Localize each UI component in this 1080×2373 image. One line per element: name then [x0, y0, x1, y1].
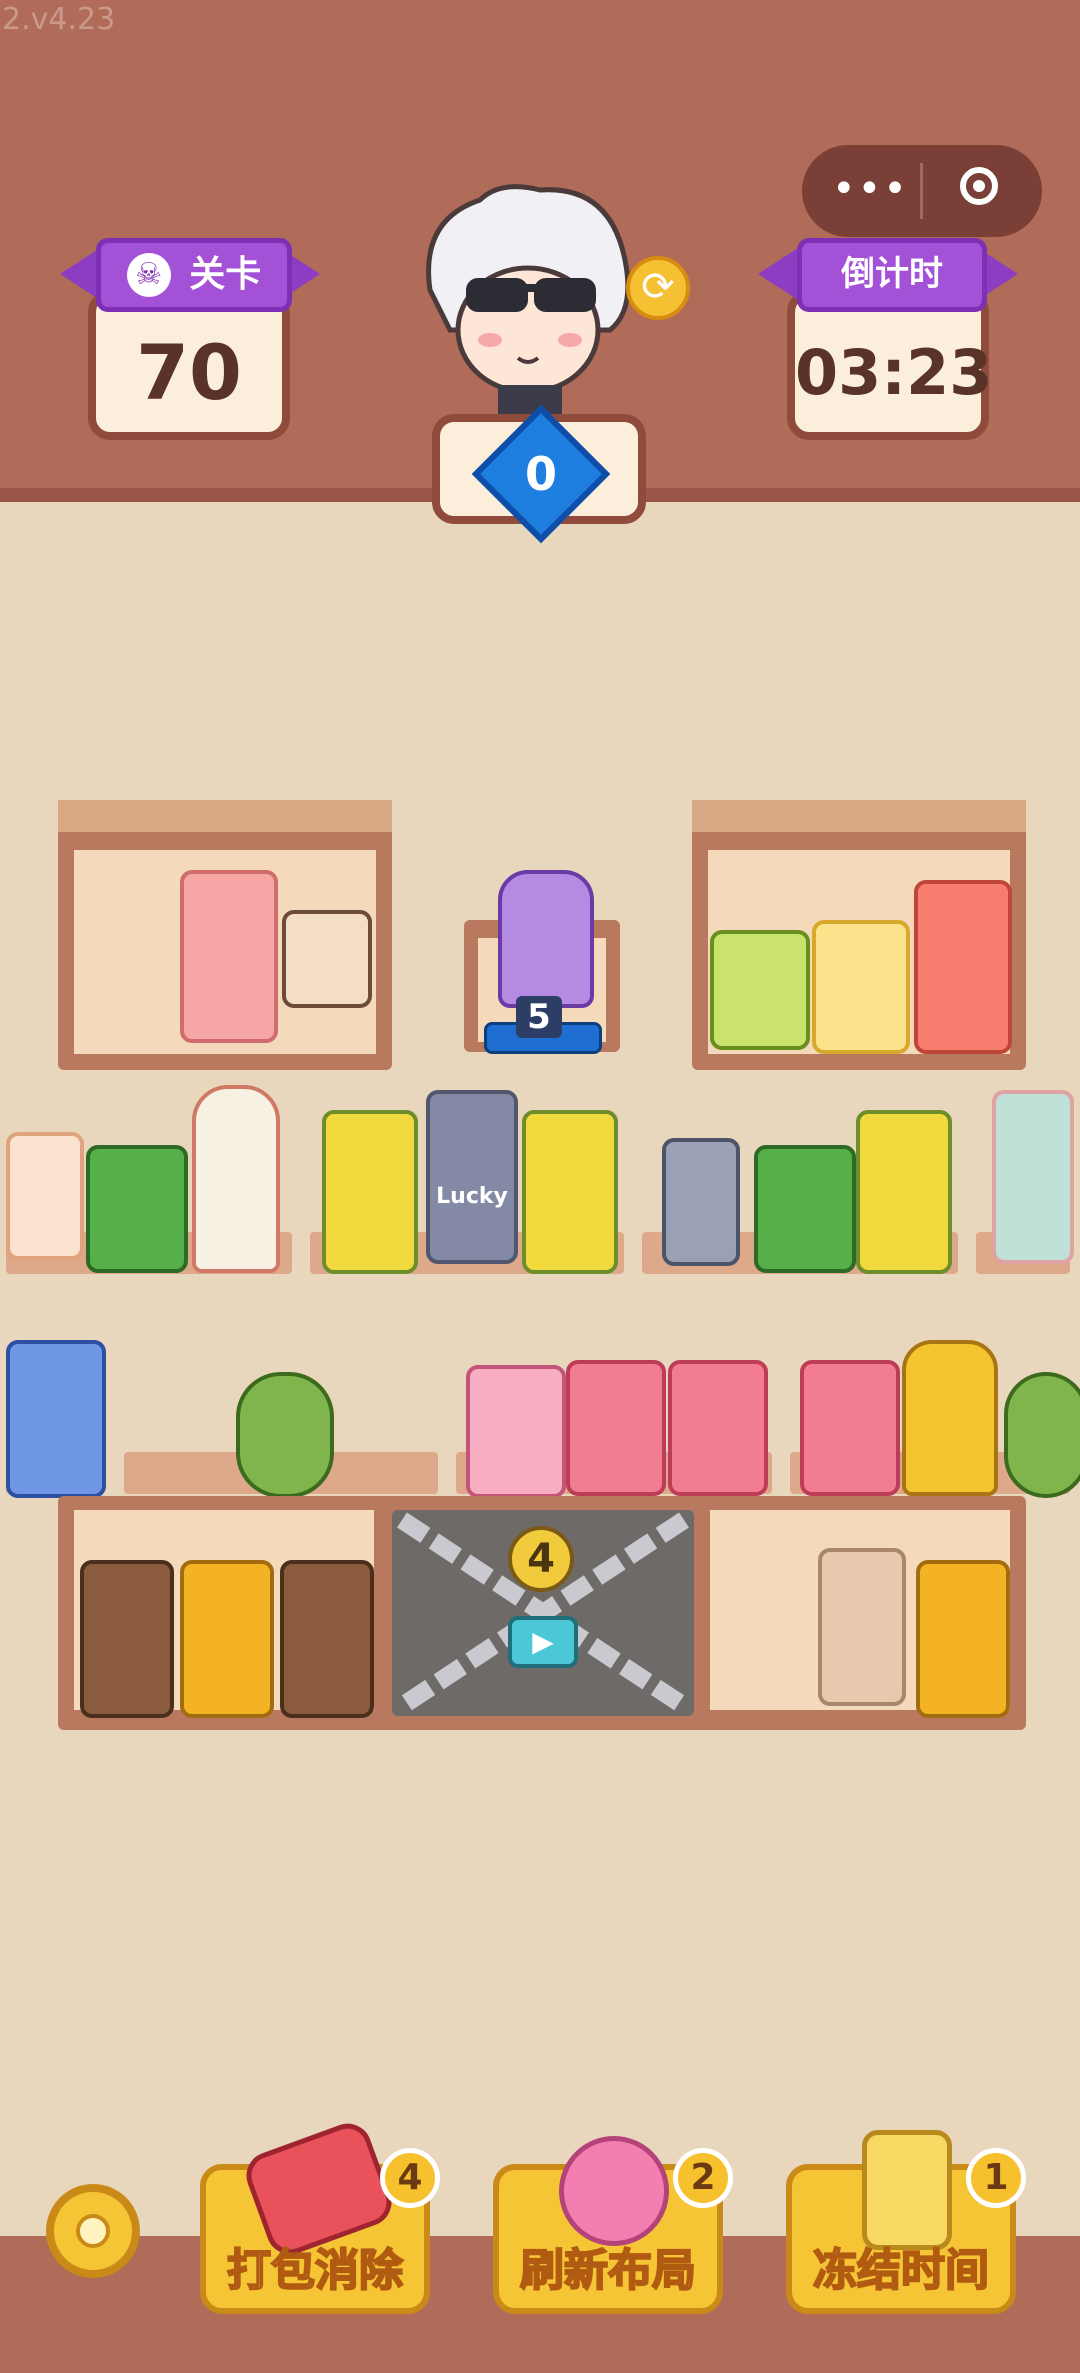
tool-count-badge: 2: [673, 2148, 733, 2208]
tool-button-pack[interactable]: 4 打包消除: [200, 2116, 440, 2314]
shelf-top: [58, 800, 392, 832]
milk-carton-green[interactable]: [86, 1145, 188, 1273]
gold-trophy[interactable]: [902, 1340, 998, 1496]
timer-value: 03:23: [795, 336, 993, 409]
level-label: 关卡: [189, 254, 262, 295]
timer-ribbon: 倒计时: [797, 238, 987, 312]
pink-lemonade[interactable]: [800, 1360, 900, 1496]
mango-bubble-tea[interactable]: [916, 1560, 1010, 1718]
lemonade-jug[interactable]: [710, 930, 810, 1050]
strawberry-smoothie[interactable]: [992, 1090, 1074, 1264]
timer-label: 倒计时: [841, 254, 943, 294]
pinwheel-icon: [559, 2136, 669, 2246]
level-value: 70: [136, 328, 242, 417]
cup-label: Lucky: [436, 1184, 508, 1209]
ribbon-tail-left: [60, 248, 100, 300]
avatar-character[interactable]: [410, 180, 640, 420]
tool-label: 刷新布局: [519, 2244, 697, 2297]
popsicle[interactable]: [192, 1085, 280, 1273]
peach-bottle[interactable]: [180, 870, 278, 1043]
level-ribbon: ☠ 关卡: [96, 238, 292, 312]
fruit-tea-cup[interactable]: [856, 1110, 952, 1274]
tool-button-freeze[interactable]: 1 冻结时间: [786, 2130, 1026, 2314]
bubble-milk-tea[interactable]: [280, 1560, 374, 1718]
tool-button-shuffle[interactable]: 2 刷新布局: [493, 2136, 733, 2314]
video-play-icon[interactable]: ▶: [508, 1616, 578, 1668]
mango-bubble-tea[interactable]: [180, 1560, 274, 1718]
hourglass-icon: [862, 2130, 952, 2250]
timer-box: 03:23: [787, 290, 993, 440]
avocado[interactable]: [1004, 1372, 1080, 1498]
taro-ice-cream[interactable]: [498, 870, 594, 1008]
version-label: 2.v4.23: [2, 2, 116, 37]
more-dots-icon[interactable]: •••: [832, 165, 909, 213]
refresh-avatar-icon[interactable]: ⟳: [626, 256, 690, 320]
pink-lemonade[interactable]: [668, 1360, 768, 1496]
milk-carton-green[interactable]: [754, 1145, 856, 1273]
tool-label: 冻结时间: [812, 2244, 990, 2297]
settings-gear-icon[interactable]: [46, 2184, 140, 2278]
watermelon-bottle[interactable]: [914, 880, 1012, 1054]
target-icon[interactable]: [960, 167, 998, 205]
tool-label: 打包消除: [226, 2244, 404, 2297]
pink-lemonade[interactable]: [566, 1360, 666, 1496]
ice-cream-bar-faded[interactable]: [818, 1548, 906, 1706]
skull-icon: ☠: [126, 253, 171, 297]
gem-count: 0: [524, 447, 557, 501]
tool-count-badge: 4: [380, 2148, 440, 2208]
bubble-milk-tea[interactable]: [80, 1560, 174, 1718]
milk-carton-pink[interactable]: [466, 1365, 566, 1498]
orange-drink[interactable]: [6, 1132, 84, 1260]
shelf-top: [692, 800, 1026, 832]
ice-cream-bar[interactable]: [282, 910, 372, 1008]
stack-count: 5: [516, 996, 562, 1038]
lucky-cup[interactable]: Lucky: [426, 1090, 518, 1264]
avocado[interactable]: [236, 1372, 334, 1498]
level-box: 70: [88, 290, 290, 440]
lock-count: 4: [508, 1526, 574, 1592]
yogurt-bottle[interactable]: [662, 1138, 740, 1266]
tool-count-badge: 1: [966, 2148, 1026, 2208]
mini-program-capsule: •••: [802, 145, 1042, 237]
blueberry-milkshake[interactable]: [6, 1340, 106, 1498]
capsule-divider: [920, 163, 923, 219]
ribbon-tail-left: [758, 248, 798, 300]
fruit-tea-cup[interactable]: [322, 1110, 418, 1274]
fruit-tea-cup[interactable]: [522, 1110, 618, 1274]
locked-slot[interactable]: 4 ▶: [392, 1510, 694, 1716]
mango-drink[interactable]: [812, 920, 910, 1054]
